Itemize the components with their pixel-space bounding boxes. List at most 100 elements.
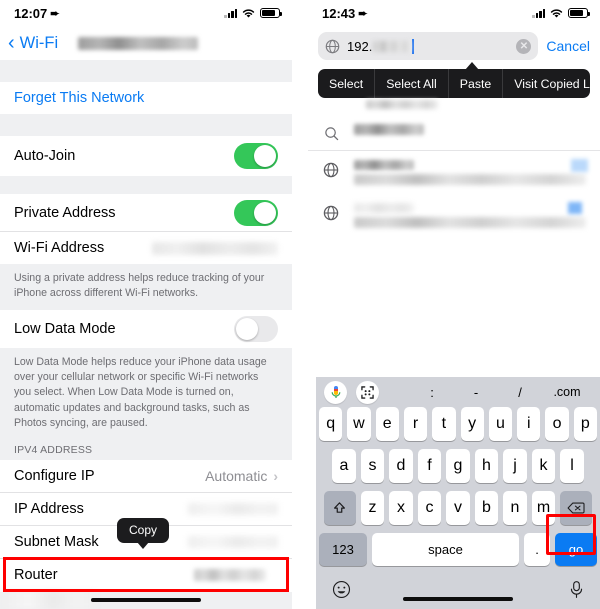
keyboard-row-3: z x c v b n m <box>316 491 600 525</box>
scan-code-icon[interactable] <box>356 380 379 404</box>
key-t[interactable]: t <box>432 407 456 441</box>
key-slash[interactable]: / <box>498 385 542 400</box>
wifi-icon <box>550 8 563 18</box>
low-data-mode-row[interactable]: Low Data Mode <box>0 309 292 348</box>
globe-icon <box>322 160 340 178</box>
ip-address-label: IP Address <box>14 500 84 517</box>
suggestion-title-redacted <box>354 160 414 170</box>
section-gap-2 <box>0 114 292 136</box>
wifi-address-row: Wi-Fi Address <box>0 232 292 264</box>
key-colon[interactable]: : <box>410 385 454 400</box>
key-p[interactable]: p <box>573 407 597 441</box>
key-go[interactable]: go <box>555 533 597 566</box>
key-hyphen[interactable]: - <box>454 385 498 400</box>
nav-bar: ‹ Wi-Fi <box>0 26 292 60</box>
suggestion-row-url-1[interactable] <box>308 150 600 194</box>
key-e[interactable]: e <box>375 407 399 441</box>
menu-item-paste[interactable]: Paste <box>449 69 504 98</box>
low-data-mode-label: Low Data Mode <box>14 320 116 337</box>
microphone-icon[interactable] <box>324 380 347 404</box>
wifi-address-value-redacted <box>152 241 278 255</box>
key-d[interactable]: d <box>389 449 413 483</box>
signal-bars-icon <box>532 8 545 18</box>
router-row[interactable]: Router <box>0 558 292 592</box>
menu-item-select-all[interactable]: Select All <box>375 69 449 98</box>
key-q[interactable]: q <box>319 407 343 441</box>
key-k[interactable]: k <box>531 449 556 483</box>
key-b[interactable]: b <box>474 491 499 525</box>
microphone-icon[interactable] <box>569 580 584 604</box>
suggestions-spacer <box>308 98 600 115</box>
configure-ip-value-group: Automatic › <box>205 468 278 484</box>
key-n[interactable]: n <box>503 491 527 525</box>
private-address-row[interactable]: Private Address <box>0 194 292 232</box>
status-bar-right-left-group: 12:43 ➨ <box>322 6 367 21</box>
auto-join-toggle[interactable] <box>234 143 278 169</box>
key-numbers[interactable]: 123 <box>319 533 367 566</box>
keyboard-row-4: 123 space . go <box>316 533 600 566</box>
key-y[interactable]: y <box>460 407 484 441</box>
menu-item-visit-copied-link[interactable]: Visit Copied Link <box>503 69 590 98</box>
key-f[interactable]: f <box>417 449 442 483</box>
battery-icon <box>568 8 590 18</box>
back-button-label[interactable]: Wi-Fi <box>20 34 58 53</box>
copy-tooltip[interactable]: Copy <box>117 518 170 549</box>
status-bar-left: 12:07 ➨ <box>0 0 292 26</box>
auto-join-row[interactable]: Auto-Join <box>0 136 292 176</box>
wifi-settings-panel: 12:07 ➨ ‹ Wi-Fi Forget This Network Auto… <box>0 0 292 609</box>
backspace-icon[interactable] <box>560 491 593 525</box>
context-menu: Select Select All Paste Visit Copied Lin… <box>318 69 590 98</box>
key-l[interactable]: l <box>560 449 584 483</box>
key-period[interactable]: . <box>524 533 550 566</box>
key-j[interactable]: j <box>503 449 527 483</box>
status-bar-right: 12:43 ➨ <box>308 0 600 26</box>
key-i[interactable]: i <box>517 407 541 441</box>
low-data-mode-footnote: Low Data Mode helps reduce your iPhone d… <box>0 347 292 440</box>
chevron-left-icon[interactable]: ‹ <box>8 33 15 53</box>
key-o[interactable]: o <box>545 407 569 441</box>
url-input-field[interactable]: 192. ✕ <box>318 32 539 60</box>
key-h[interactable]: h <box>474 449 499 483</box>
globe-icon <box>325 39 340 53</box>
home-indicator-left <box>91 598 201 602</box>
clear-circle-icon[interactable]: ✕ <box>516 38 532 54</box>
key-u[interactable]: u <box>488 407 513 441</box>
key-m[interactable]: m <box>531 491 556 525</box>
url-text: 192. <box>347 38 415 54</box>
key-g[interactable]: g <box>446 449 470 483</box>
suggestion-row-search[interactable] <box>308 115 600 150</box>
home-indicator-right <box>403 597 513 601</box>
suggestion-title-redacted <box>354 203 414 213</box>
key-s[interactable]: s <box>360 449 385 483</box>
key-z[interactable]: z <box>360 491 385 525</box>
safari-panel: 12:43 ➨ 192. ✕ Cancel Select Select All … <box>308 0 600 609</box>
low-data-mode-toggle[interactable] <box>234 315 278 342</box>
status-bar-left-group: 12:07 ➨ <box>14 6 59 21</box>
suggestion-subtitle-redacted <box>354 217 586 228</box>
subnet-mask-label: Subnet Mask <box>14 533 99 550</box>
key-w[interactable]: w <box>347 407 371 441</box>
key-v[interactable]: v <box>446 491 470 525</box>
screenshot-root: 12:07 ➨ ‹ Wi-Fi Forget This Network Auto… <box>0 0 600 609</box>
forget-network-row[interactable]: Forget This Network <box>0 82 292 114</box>
emoji-smiley-icon[interactable] <box>332 580 351 604</box>
key-a[interactable]: a <box>332 449 356 483</box>
key-x[interactable]: x <box>389 491 413 525</box>
status-time: 12:43 <box>322 5 356 21</box>
auto-join-label: Auto-Join <box>14 148 76 164</box>
key-space[interactable]: space <box>372 533 519 566</box>
search-icon <box>322 124 340 141</box>
private-address-footnote: Using a private address helps reduce tra… <box>0 264 292 310</box>
menu-item-select[interactable]: Select <box>318 69 376 98</box>
suggestion-title-redacted <box>354 124 424 135</box>
keyboard-row-2: a s d f g h j k l <box>316 449 600 483</box>
shift-up-arrow-icon[interactable] <box>323 491 356 525</box>
configure-ip-row[interactable]: Configure IP Automatic › <box>0 459 292 493</box>
key-r[interactable]: r <box>403 407 428 441</box>
keyboard-top-row: : - / .com <box>316 377 600 407</box>
cancel-button[interactable]: Cancel <box>546 38 590 54</box>
suggestion-row-url-2[interactable] <box>308 194 600 237</box>
private-address-toggle[interactable] <box>234 199 278 226</box>
key-dotcom[interactable]: .com <box>542 385 592 399</box>
key-c[interactable]: c <box>417 491 442 525</box>
